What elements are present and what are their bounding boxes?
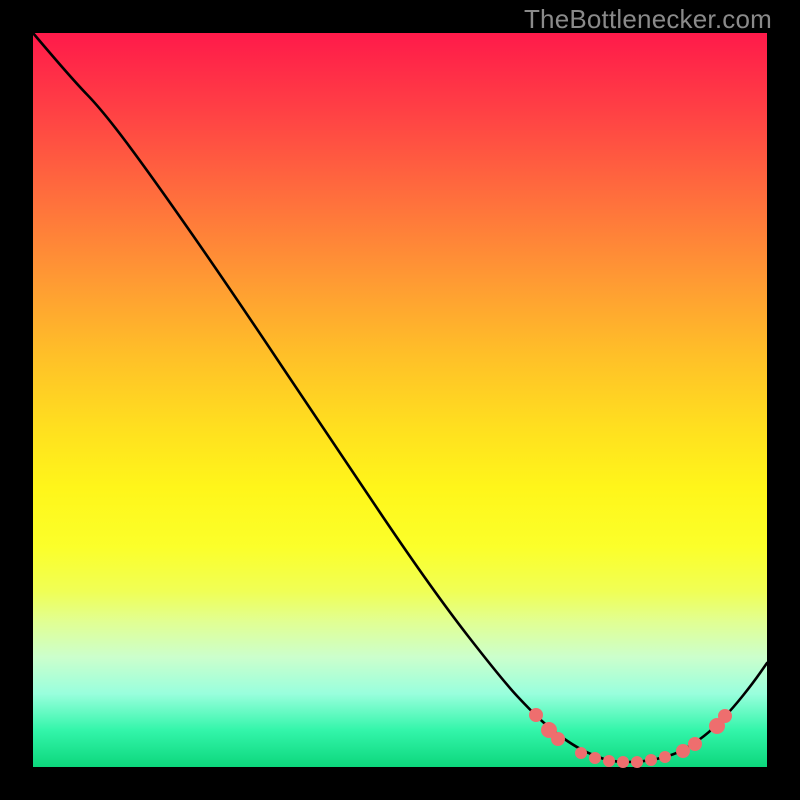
curve-marker — [676, 744, 690, 758]
chart-stage: TheBottlenecker.com — [0, 0, 800, 800]
chart-overlay — [33, 33, 767, 767]
curve-marker — [529, 708, 543, 722]
curve-marker — [617, 756, 629, 768]
curve-marker — [603, 755, 615, 767]
curve-marker — [589, 752, 601, 764]
curve-marker — [631, 756, 643, 768]
watermark-text: TheBottlenecker.com — [524, 4, 772, 35]
curve-marker — [551, 732, 565, 746]
bottleneck-curve — [33, 33, 767, 762]
curve-marker — [659, 751, 671, 763]
curve-marker — [645, 754, 657, 766]
curve-marker — [718, 709, 732, 723]
curve-marker — [688, 737, 702, 751]
curve-marker — [575, 747, 587, 759]
